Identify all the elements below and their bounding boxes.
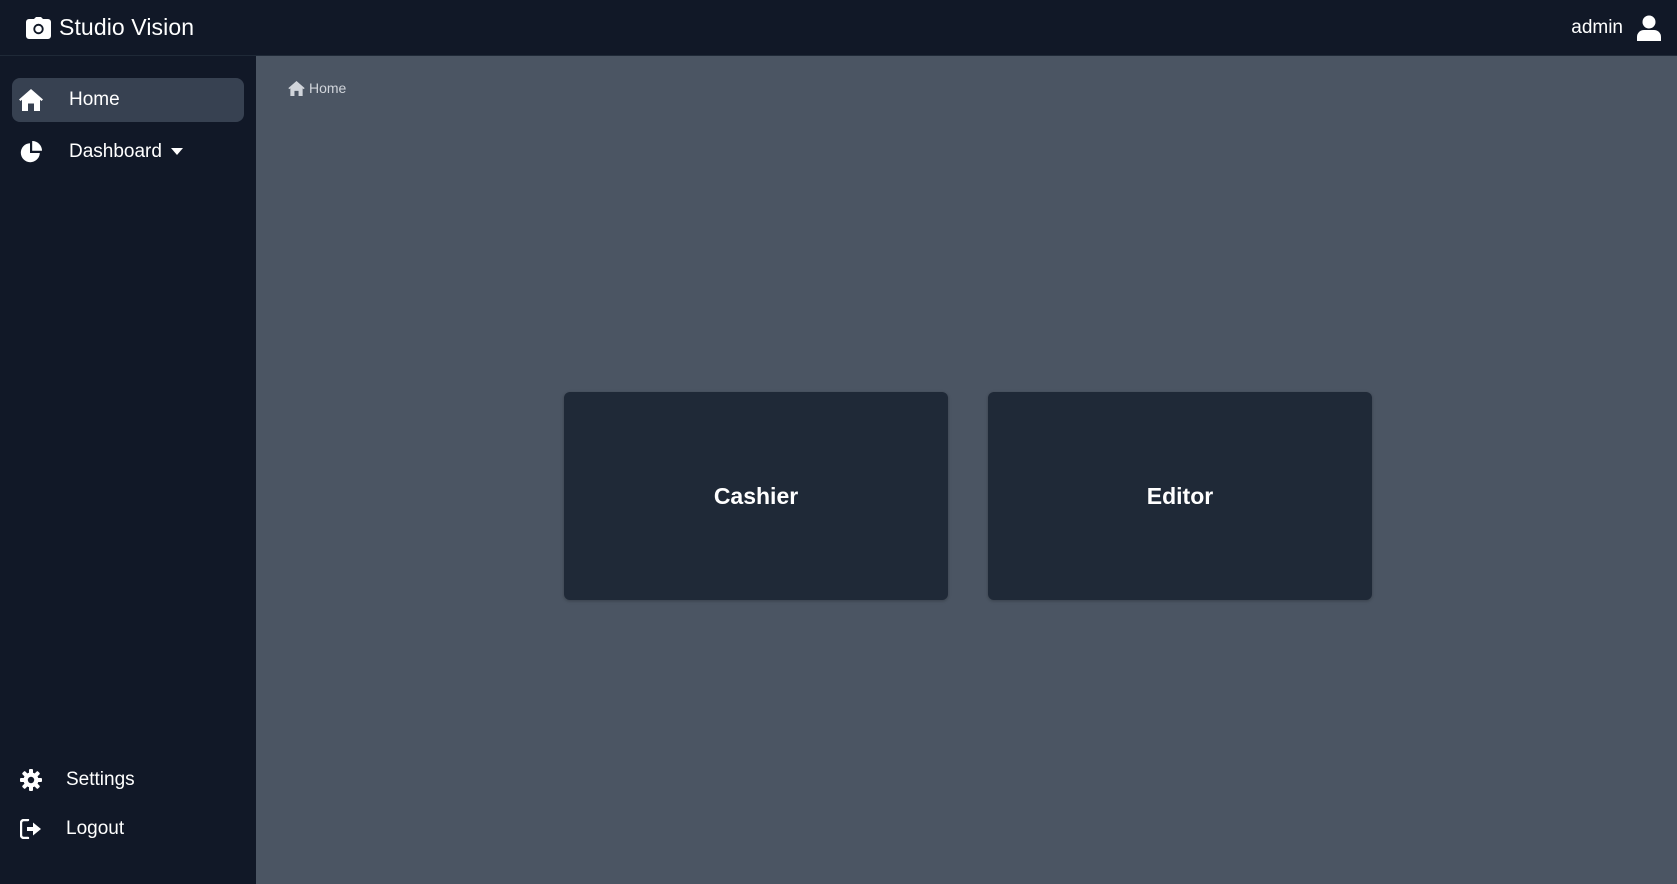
home-icon — [18, 87, 44, 113]
main-content: Home Cashier Editor — [256, 56, 1677, 884]
username-label: admin — [1571, 16, 1623, 38]
user-menu[interactable]: admin — [1571, 15, 1661, 41]
user-icon[interactable] — [1637, 15, 1661, 41]
brand[interactable]: Studio Vision — [26, 14, 194, 41]
logout-icon — [18, 816, 44, 842]
sidebar-item-label: Dashboard — [69, 141, 162, 162]
gear-icon — [18, 767, 44, 793]
card-label: Editor — [1146, 482, 1214, 509]
home-icon — [288, 80, 305, 96]
sidebar-item-logout[interactable]: Logout — [12, 807, 244, 851]
chevron-down-icon[interactable] — [170, 148, 183, 156]
sidebar-item-label: Settings — [66, 769, 135, 790]
sidebar-item-label: Logout — [66, 818, 125, 839]
breadcrumb[interactable]: Home — [288, 80, 346, 96]
sidebar-item-settings[interactable]: Settings — [12, 758, 244, 802]
app-title: Studio Vision — [59, 14, 195, 40]
camera-icon — [26, 16, 51, 39]
sidebar-item-dashboard[interactable]: Dashboard — [12, 130, 244, 174]
editor-card[interactable]: Editor — [988, 392, 1372, 600]
top-bar: Studio Vision admin — [0, 0, 1677, 56]
card-label: Cashier — [713, 482, 799, 509]
breadcrumb-label: Home — [309, 80, 347, 96]
sidebar-item-home[interactable]: Home — [12, 78, 244, 122]
sidebar-item-label: Home — [69, 89, 120, 110]
cashier-card[interactable]: Cashier — [564, 392, 948, 600]
sidebar: Home Dashboard Settings Logout — [0, 56, 256, 884]
pie-chart-icon — [18, 139, 44, 165]
